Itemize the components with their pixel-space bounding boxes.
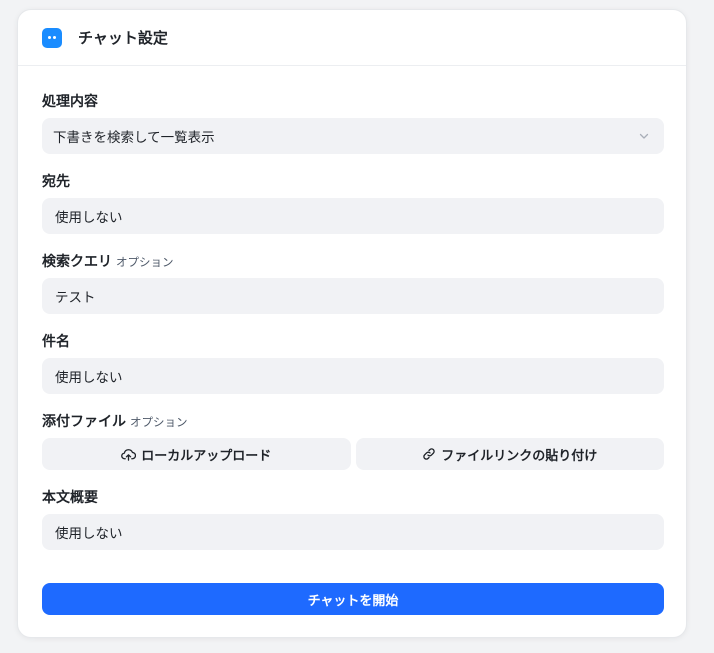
optional-tag: オプション [116,255,174,269]
panel-header: チャット設定 [18,10,686,66]
chat-bot-icon [42,27,62,48]
subject-field[interactable]: 使用しない [42,358,664,394]
optional-tag: オプション [130,415,188,429]
summary-label: 本文概要 [42,490,98,506]
recipient-label: 宛先 [42,174,70,190]
link-icon [423,448,435,460]
process-label: 処理内容 [42,94,98,110]
subject-label: 件名 [42,334,70,350]
summary-field[interactable]: 使用しない [42,514,664,550]
query-label: 検索クエリ オプション [42,254,174,270]
recipient-field[interactable]: 使用しない [42,198,664,234]
process-select-value: 下書きを検索して一覧表示 [53,130,215,146]
paste-link-button[interactable]: ファイルリンクの貼り付け [355,438,664,470]
chevron-down-icon [639,133,649,139]
attachment-label: 添付ファイル オプション [42,414,188,430]
panel-title: チャット設定 [78,29,168,47]
search-query-input[interactable]: テスト [42,278,664,314]
chat-settings-panel: チャット設定 処理内容 下書きを検索して一覧表示 宛先 使用しない 検索クエリオ… [17,9,687,638]
process-select[interactable]: 下書きを検索して一覧表示 [42,118,664,154]
local-upload-button[interactable]: ローカルアップロード [42,438,351,470]
start-chat-button[interactable]: チャットを開始 [42,583,664,615]
cloud-upload-icon [121,448,137,461]
